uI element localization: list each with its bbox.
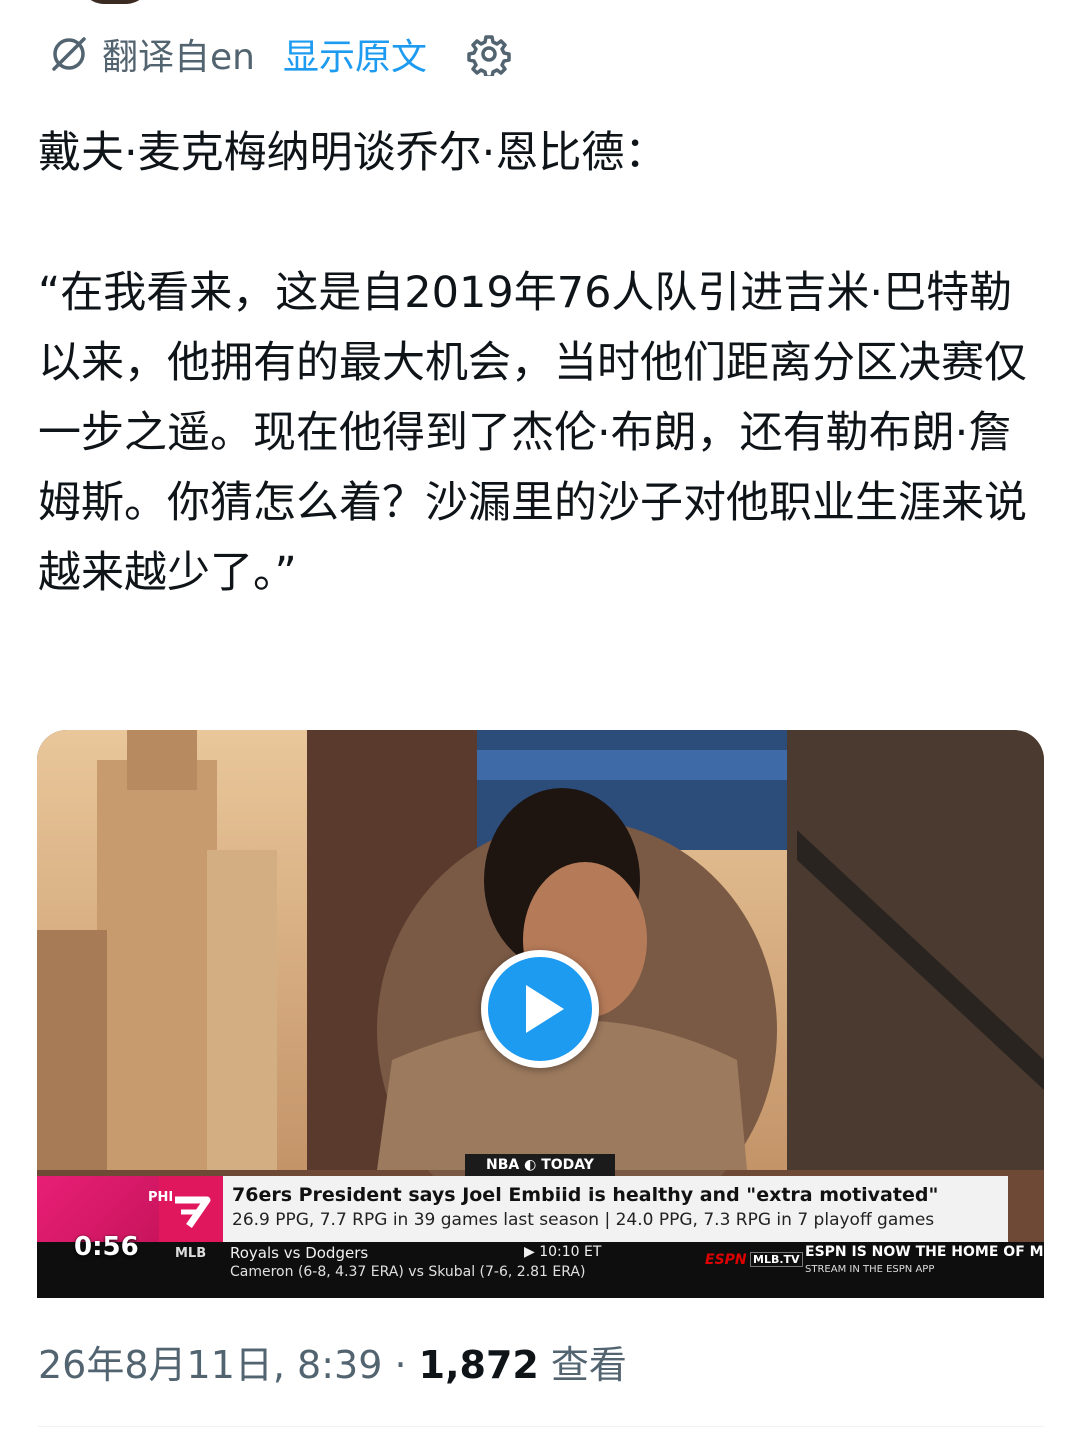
ticker-league: MLB	[175, 1246, 207, 1261]
view-label: 查看	[538, 1343, 627, 1387]
author-avatar[interactable]	[80, 0, 150, 4]
video-duration: 0:56	[74, 1232, 139, 1262]
tweet-text: 戴夫·麦克梅纳明谈乔尔·恩比德： “在我看来，这是自2019年76人队引进吉米·…	[38, 128, 1027, 598]
ticker-matchup: Royals vs Dodgers	[230, 1244, 369, 1262]
news-headline: 76ers President says Joel Embiid is heal…	[232, 1184, 939, 1206]
espn-logo: ESPN	[705, 1252, 747, 1268]
timestamp[interactable]: 26年8月11日, 8:39 ·	[38, 1343, 419, 1387]
show-original-link[interactable]: 显示原文	[283, 28, 427, 80]
team-logo	[159, 1176, 223, 1242]
translated-from-label: 翻译自en	[102, 37, 255, 78]
divider	[38, 1426, 1044, 1427]
team-code: PHI	[148, 1190, 173, 1205]
tweet-meta: 26年8月11日, 8:39 · 1,872 查看	[38, 1340, 627, 1390]
news-stats-line: 26.9 PPG, 7.7 RPG in 39 games last seaso…	[232, 1210, 935, 1230]
view-count: 1,872	[418, 1343, 539, 1387]
play-button[interactable]	[481, 950, 599, 1068]
mlbtv-logo: MLB.TV	[750, 1252, 803, 1267]
ticker-promo-sub: STREAM IN THE ESPN APP	[805, 1264, 935, 1275]
translation-bar: 翻译自en 显示原文	[48, 30, 511, 78]
ticker-pitchers: Cameron (6-8, 4.37 ERA) vs Skubal (7-6, …	[230, 1264, 586, 1280]
ticker-game-time: ▶ 10:10 ET	[524, 1244, 602, 1260]
ticker-promo: ESPN IS NOW THE HOME OF MLB.TV	[805, 1244, 1080, 1260]
translate-icon	[52, 37, 86, 71]
show-tag: NBA ◐ TODAY	[465, 1154, 615, 1176]
play-icon	[526, 985, 564, 1033]
gear-icon[interactable]	[467, 32, 511, 76]
